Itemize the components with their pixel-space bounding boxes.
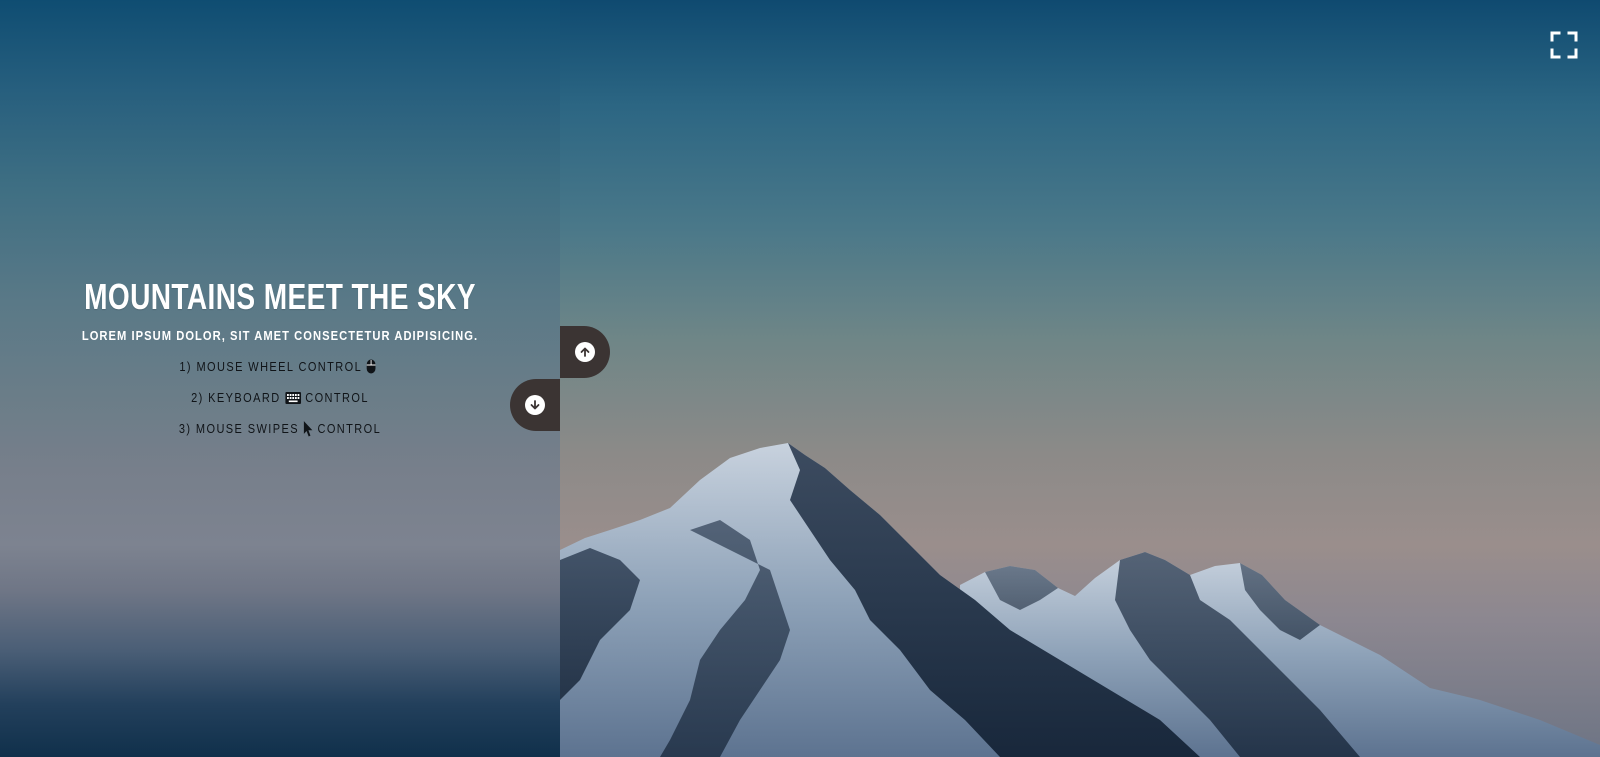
left-info-panel: Mountains meet the sky Lorem ipsum dolor… bbox=[0, 0, 560, 757]
hero-subtitle: Lorem ipsum dolor, sit amet consectetur … bbox=[81, 328, 479, 343]
control-label: 3) Mouse swipes bbox=[178, 421, 300, 436]
fullscreen-icon bbox=[1550, 31, 1578, 59]
arrow-down-icon bbox=[525, 395, 545, 415]
hero-content: Mountains meet the sky Lorem ipsum dolor… bbox=[0, 276, 560, 444]
arrow-up-icon bbox=[575, 342, 595, 362]
keyboard-icon bbox=[284, 391, 301, 404]
control-label-suffix: control bbox=[317, 421, 382, 436]
control-label: 2) Keyboard bbox=[191, 390, 281, 405]
control-label-suffix: control bbox=[305, 390, 369, 405]
list-item: 1) Mouse wheel control bbox=[34, 351, 527, 382]
cursor-icon bbox=[303, 420, 313, 437]
list-item: 3) Mouse swipes control bbox=[34, 413, 527, 444]
list-item: 2) Keyboard bbox=[34, 382, 527, 413]
slide-up-button[interactable] bbox=[560, 326, 610, 378]
control-label: 1) Mouse wheel control bbox=[179, 359, 363, 374]
controls-list: 1) Mouse wheel control 2) Keyboard bbox=[0, 351, 560, 444]
mouse-icon bbox=[366, 359, 377, 374]
slide-down-button[interactable] bbox=[510, 379, 560, 431]
slider-page: Mountains meet the sky Lorem ipsum dolor… bbox=[0, 0, 1600, 757]
fullscreen-button[interactable] bbox=[1550, 31, 1578, 59]
page-title: Mountains meet the sky bbox=[84, 276, 476, 317]
